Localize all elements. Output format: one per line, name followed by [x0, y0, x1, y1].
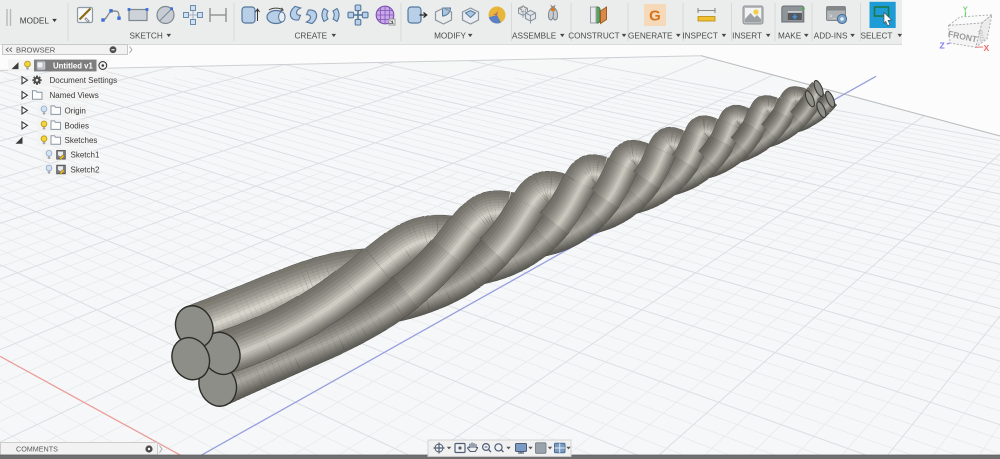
svg-text:ADD-INS: ADD-INS — [814, 31, 848, 40]
svg-text:Origin: Origin — [65, 106, 86, 115]
svg-text:Z: Z — [940, 40, 945, 50]
svg-text:Bodies: Bodies — [65, 121, 89, 130]
svg-text:ASSEMBLE: ASSEMBLE — [512, 31, 557, 40]
svg-text:MAKE: MAKE — [778, 31, 802, 40]
svg-text:Named Views: Named Views — [50, 91, 99, 100]
svg-text:INSPECT: INSPECT — [682, 31, 718, 40]
svg-text:CONSTRUCT: CONSTRUCT — [568, 31, 619, 40]
svg-text:Y: Y — [963, 5, 968, 14]
svg-text:Sketches: Sketches — [65, 136, 98, 145]
svg-text:CREATE: CREATE — [295, 31, 328, 40]
svg-text:X: X — [984, 43, 990, 53]
svg-text:GENERATE: GENERATE — [628, 31, 673, 40]
svg-text:G: G — [649, 7, 661, 24]
svg-text:Untitled v1: Untitled v1 — [53, 61, 94, 70]
svg-text:MODEL: MODEL — [20, 16, 50, 25]
svg-text:MODIFY: MODIFY — [434, 31, 466, 40]
svg-text:Sketch2: Sketch2 — [71, 165, 100, 174]
svg-text:SELECT: SELECT — [861, 31, 893, 40]
svg-text:Document Settings: Document Settings — [50, 76, 118, 85]
svg-text:INSERT: INSERT — [732, 31, 762, 40]
svg-text:Sketch1: Sketch1 — [71, 151, 100, 160]
svg-text:SKETCH: SKETCH — [130, 31, 163, 40]
svg-text:COMMENTS: COMMENTS — [16, 445, 58, 454]
svg-text:BROWSER: BROWSER — [16, 46, 56, 55]
svg-text:>_: >_ — [829, 13, 837, 20]
